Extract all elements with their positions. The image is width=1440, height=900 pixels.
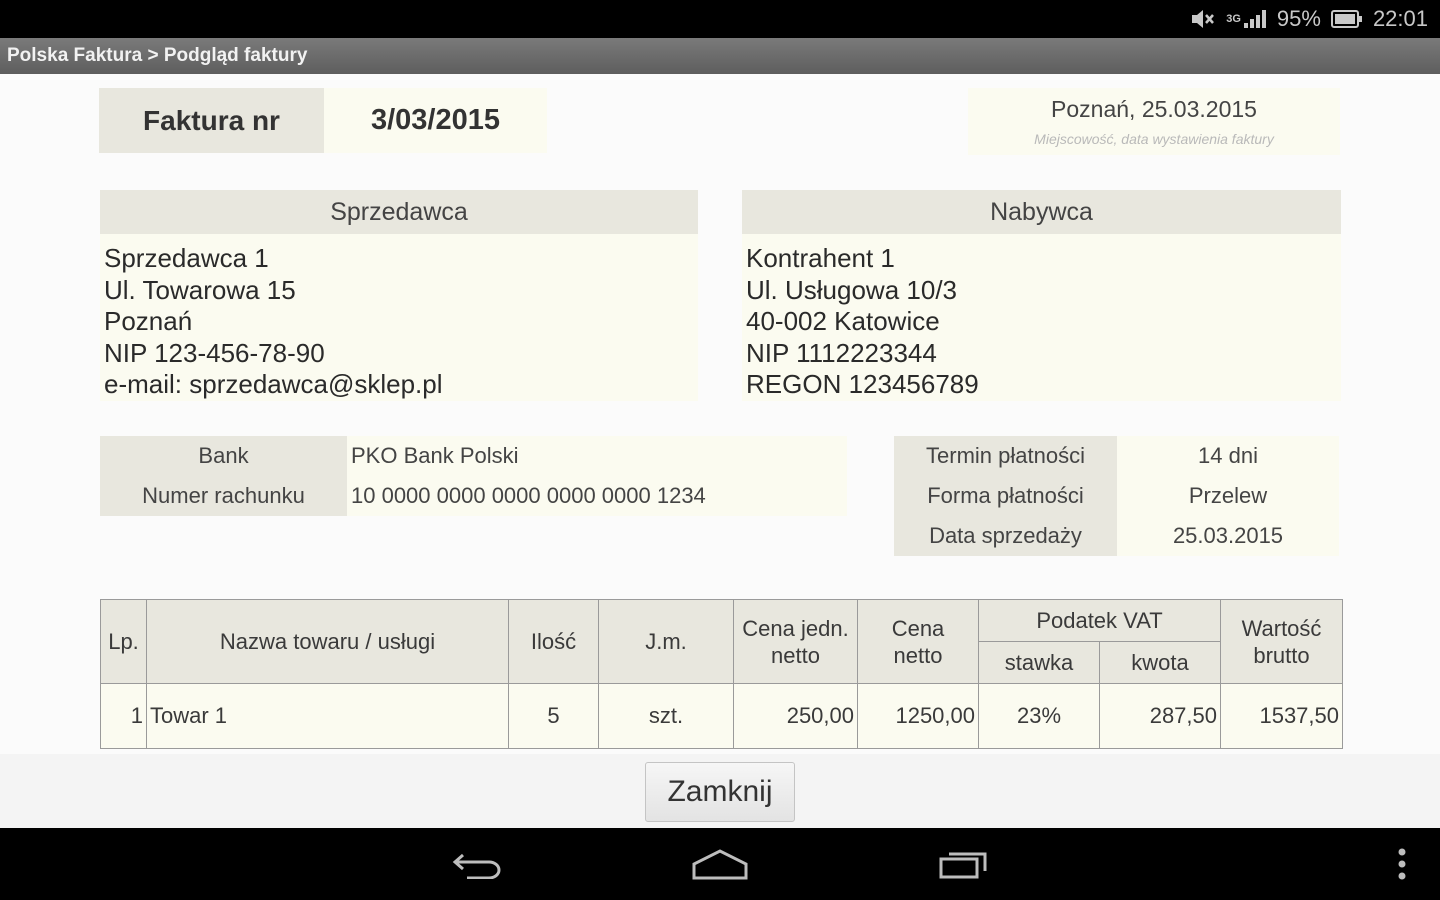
home-icon[interactable] [682,842,758,886]
invoice-preview: Faktura nr 3/03/2015 Poznań, 25.03.2015 … [0,74,1440,828]
col-qty: Ilość [508,599,599,684]
invoice-number-label: Faktura nr [99,88,324,153]
invoice-number-value: 3/03/2015 [324,88,547,153]
payment-form-value-text: Przelew [1188,483,1268,508]
cell-lp: 1 [100,683,147,749]
cell-gross: 1537,50 [1220,683,1343,749]
payment-form-value: Przelew [1117,476,1339,516]
seller-header: Sprzedawca [100,190,698,234]
buyer-line: REGON 123456789 [746,369,979,399]
cell-qty: 5 [508,683,599,749]
col-gross-line2: brutto [1253,642,1310,668]
bank-label: Bank [100,436,347,476]
account-value: 10 0000 0000 0000 0000 0000 1234 [347,476,847,516]
sale-date-label: Data sprzedaży [894,516,1117,556]
sale-date-value-text: 25.03.2015 [1172,523,1284,548]
col-vat-text: Podatek VAT [1036,608,1163,633]
seller-line: e-mail: sprzedawca@sklep.pl [104,369,443,399]
col-gross: Wartość brutto [1220,599,1343,684]
col-lp-text: Lp. [108,629,139,654]
seller-header-text: Sprzedawca [330,197,468,226]
col-vat: Podatek VAT [978,599,1221,642]
bank-value: PKO Bank Polski [347,436,847,476]
account-value-text: 10 0000 0000 0000 0000 0000 1234 [351,483,706,508]
buyer-details: Kontrahent 1 Ul. Usługowa 10/3 40-002 Ka… [742,234,1341,401]
back-icon[interactable] [440,842,516,886]
col-net: Cena netto [857,599,979,684]
col-vat-amount: kwota [1099,641,1221,684]
table-row: 1 Towar 1 5 szt. 250,00 1250,00 23% 287,… [100,683,1343,749]
col-qty-text: Ilość [530,629,577,654]
payment-form-label-text: Forma płatności [927,483,1084,508]
cell-unit-price: 250,00 [733,683,858,749]
seller-line: Sprzedawca 1 [104,243,269,273]
col-vat-rate-text: stawka [1004,650,1074,675]
cell-vat-amount: 287,50 [1099,683,1221,749]
col-lp: Lp. [100,599,147,684]
col-name-text: Nazwa towaru / usługi [219,629,436,654]
place-date-caption: Miejscowość, data wystawienia faktury [1034,131,1274,147]
status-bar: 3G 95% 22:01 [0,0,1440,38]
clock: 22:01 [1372,6,1428,31]
cell-net: 1250,00 [857,683,979,749]
buyer-line: 40-002 Katowice [746,306,940,336]
signal-icon: 3G [1226,9,1267,29]
col-net-line1: Cena [891,615,945,641]
col-unit-price-line2: netto [771,642,820,668]
overflow-menu-icon[interactable] [1388,842,1416,886]
col-vat-rate: stawka [978,641,1100,684]
breadcrumb: Polska Faktura > Podgląd faktury [7,45,308,66]
close-button[interactable]: Zamknij [645,762,795,822]
col-net-line2: netto [893,642,943,668]
col-unit: J.m. [598,599,734,684]
sale-date-label-text: Data sprzedaży [929,523,1082,548]
seller-line: Poznań [104,306,193,336]
bank-value-text: PKO Bank Polski [351,443,519,468]
seller-details: Sprzedawca 1 Ul. Towarowa 15 Poznań NIP … [100,234,698,401]
system-nav-bar [0,828,1440,900]
col-unit-text: J.m. [645,629,687,654]
payment-term-label-text: Termin płatności [926,443,1085,468]
speaker-muted-icon [1190,7,1216,31]
account-label-text: Numer rachunku [142,483,305,508]
col-name: Nazwa towaru / usługi [146,599,509,684]
bank-label-text: Bank [198,443,249,468]
place-date-box: Poznań, 25.03.2015 Miejscowość, data wys… [968,88,1340,155]
payment-term-value-text: 14 dni [1198,443,1258,468]
sale-date-value: 25.03.2015 [1117,516,1339,556]
invoice-number-label-text: Faktura nr [143,104,280,136]
signal-label: 3G [1226,13,1241,25]
col-unit-price: Cena jedn. netto [733,599,858,684]
seller-line: NIP 123-456-78-90 [104,337,325,368]
cell-name: Towar 1 [146,683,509,749]
cell-unit: szt. [598,683,734,749]
app-title-bar: Polska Faktura > Podgląd faktury [0,38,1440,74]
col-vat-amount-text: kwota [1131,650,1189,675]
invoice-number-text: 3/03/2015 [370,104,500,136]
payment-term-value: 14 dni [1117,436,1339,476]
col-gross-line1: Wartość [1241,615,1322,641]
battery-icon [1330,9,1363,29]
account-label: Numer rachunku [100,476,347,516]
payment-form-label: Forma płatności [894,476,1117,516]
cell-vat-rate: 23% [978,683,1100,749]
place-date: Poznań, 25.03.2015 [1051,96,1257,122]
items-table: Lp. Nazwa towaru / usługi Ilość J.m. Cen… [100,599,1343,749]
seller-line: Ul. Towarowa 15 [104,274,296,305]
buyer-line: Kontrahent 1 [746,243,895,273]
payment-term-label: Termin płatności [894,436,1117,476]
col-unit-price-line1: Cena jedn. [742,615,849,641]
recent-apps-icon[interactable] [926,842,1002,886]
buyer-line: Ul. Usługowa 10/3 [746,274,957,305]
buyer-line: NIP 1112223344 [746,337,937,368]
battery-percent: 95% [1276,6,1321,31]
buyer-header: Nabywca [742,190,1341,234]
buyer-header-text: Nabywca [990,197,1093,226]
